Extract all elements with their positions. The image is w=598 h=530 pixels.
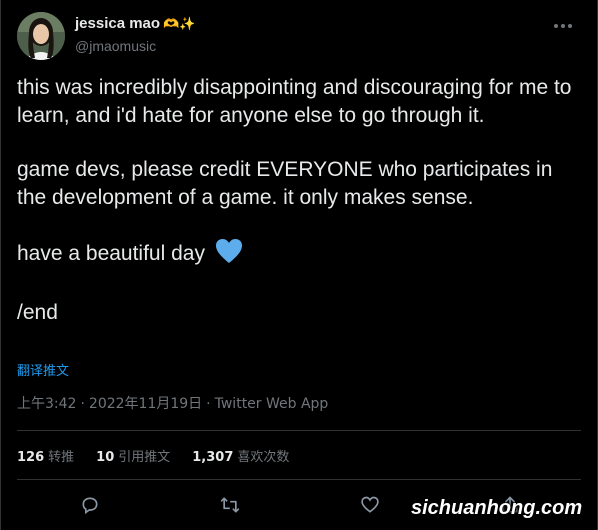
avatar[interactable] xyxy=(17,12,65,60)
like-button[interactable] xyxy=(355,490,385,520)
likes-count: 1,307 xyxy=(192,450,234,465)
quotes-count: 10 xyxy=(96,450,115,465)
tweet-paragraph: have a beautiful day xyxy=(17,238,583,272)
retweets-stat[interactable]: 126 转推 xyxy=(17,446,74,465)
tweet-meta: 上午3:42 · 2022年11月19日 · Twitter Web App xyxy=(17,393,328,413)
tweet-paragraph-text: have a beautiful day xyxy=(17,242,205,265)
display-name-row[interactable]: jessica mao 🫶✨ xyxy=(75,14,195,34)
divider xyxy=(17,430,581,431)
heart-outline-icon xyxy=(361,496,379,513)
tweet-card: jessica mao 🫶✨ @jmaomusic this was incred… xyxy=(0,0,598,530)
tweet-paragraph: /end xyxy=(17,300,58,324)
retweet-button[interactable] xyxy=(215,490,245,520)
retweets-label: 转推 xyxy=(48,450,75,465)
name-emoji: 🫶✨ xyxy=(163,17,196,32)
meta-separator: · xyxy=(80,396,85,412)
reply-icon xyxy=(82,497,98,515)
user-handle[interactable]: @jmaomusic xyxy=(75,36,195,56)
meta-separator: · xyxy=(206,396,211,412)
watermark: sichuanhong.com xyxy=(411,497,583,519)
tweet-paragraph: this was incredibly disappointing and di… xyxy=(17,76,572,127)
display-name[interactable]: jessica mao xyxy=(75,15,160,32)
more-icon xyxy=(554,24,572,28)
tweet-paragraph: game devs, please credit EVERYONE who pa… xyxy=(17,158,553,209)
quotes-stat[interactable]: 10 引用推文 xyxy=(96,446,170,465)
tweet-time[interactable]: 上午3:42 xyxy=(17,396,76,412)
quotes-label: 引用推文 xyxy=(118,450,171,465)
more-options-button[interactable] xyxy=(549,14,577,38)
tweet-text: this was incredibly disappointing and di… xyxy=(17,74,583,326)
retweet-icon xyxy=(220,497,240,513)
blue-heart-icon xyxy=(215,238,243,272)
tweet-header: jessica mao 🫶✨ @jmaomusic xyxy=(17,12,581,60)
retweets-count: 126 xyxy=(17,450,45,465)
tweet-stats: 126 转推 10 引用推文 1,307 喜欢次数 xyxy=(17,446,289,465)
translate-tweet-link[interactable]: 翻译推文 xyxy=(17,360,69,379)
author-info: jessica mao 🫶✨ @jmaomusic xyxy=(75,14,195,56)
reply-button[interactable] xyxy=(75,490,105,520)
likes-label: 喜欢次数 xyxy=(237,450,290,465)
tweet-date[interactable]: 2022年11月19日 xyxy=(89,396,202,412)
divider xyxy=(17,479,581,480)
likes-stat[interactable]: 1,307 喜欢次数 xyxy=(192,446,289,465)
tweet-source[interactable]: Twitter Web App xyxy=(215,396,329,412)
